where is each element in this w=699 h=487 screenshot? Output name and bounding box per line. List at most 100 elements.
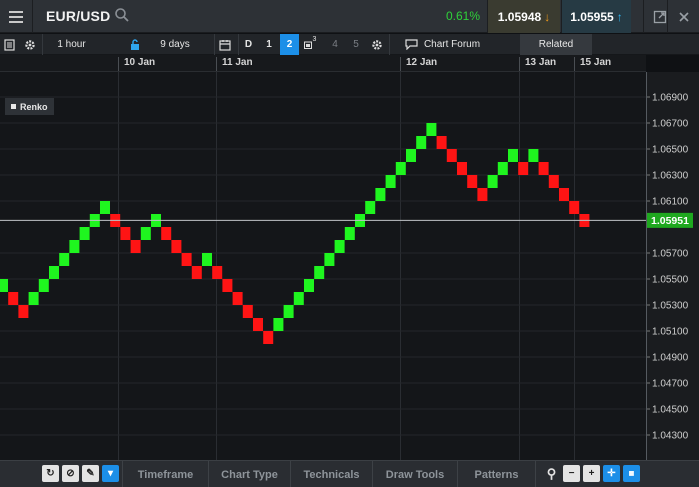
layout-option-3[interactable]: 3 [300, 34, 320, 55]
renko-brick-up [344, 227, 355, 240]
search-icon[interactable] [114, 7, 130, 23]
renko-brick-up [140, 227, 151, 240]
up-arrow-icon: ↑ [616, 9, 623, 24]
renko-brick-down [171, 240, 182, 253]
lock-icon[interactable] [126, 34, 144, 55]
renko-brick-down [569, 201, 580, 214]
instrument-symbol[interactable]: EUR/USD [46, 8, 110, 24]
layout-option-2[interactable]: 2 [280, 34, 299, 55]
renko-brick-up [79, 227, 90, 240]
calendar-icon[interactable] [214, 34, 234, 55]
renko-brick-down [457, 162, 467, 175]
layout-option-4[interactable]: 4 [325, 34, 345, 55]
current-price-label: 1.05951 [651, 215, 689, 227]
series-legend[interactable]: Renko [5, 98, 54, 115]
renko-brick-down [467, 175, 478, 188]
price-tick-label: 1.05700 [652, 249, 689, 260]
renko-brick-up [416, 136, 427, 149]
renko-brick-down [253, 318, 263, 331]
chart-toolbar: 1 hour 9 days D 1 2 3 4 5 Chart Forum Re… [0, 34, 699, 55]
chart-settings-gear-icon[interactable] [367, 34, 387, 55]
log-scale-icon[interactable]: ▦ [623, 465, 640, 482]
daily-change: 0.61% [445, 9, 480, 23]
legend-marker [11, 104, 16, 109]
layout-count: 3 [312, 36, 317, 43]
renko-brick-up [497, 162, 508, 175]
layout-option-5[interactable]: 5 [346, 34, 366, 55]
renko-brick-up [487, 175, 498, 188]
block-icon[interactable]: ⊘ [62, 465, 79, 482]
renko-brick-up [365, 201, 376, 214]
renko-brick-down [161, 227, 172, 240]
period-button[interactable]: D [238, 34, 258, 55]
tab-timeframe[interactable]: Timeframe [122, 461, 208, 487]
renko-brick-up [395, 162, 406, 175]
renko-brick-up [100, 201, 110, 214]
renko-brick-down [212, 266, 223, 279]
speech-bubble-icon [405, 39, 418, 50]
bid-price: 1.05948 [497, 9, 542, 24]
renko-brick-up [28, 292, 39, 305]
chart-forum-button[interactable]: Chart Forum [389, 34, 495, 55]
renko-brick-up [49, 266, 59, 279]
renko-brick-up [293, 292, 304, 305]
renko-brick-down [242, 305, 253, 318]
ask-price: 1.05955 [570, 9, 614, 24]
zoom-icon[interactable]: ⚲ [543, 465, 560, 482]
renko-brick-down [130, 240, 141, 253]
tab-chart-type[interactable]: Chart Type [208, 461, 290, 487]
renko-brick-up [59, 253, 70, 266]
date-label: 11 Jan [216, 57, 253, 71]
crosshair-icon[interactable]: ✛ [603, 465, 620, 482]
renko-brick-down [222, 279, 233, 292]
renko-brick-down [518, 162, 529, 175]
zoom-out-icon[interactable]: − [563, 465, 580, 482]
range-select[interactable]: 9 days [146, 34, 204, 55]
close-icon[interactable] [667, 0, 699, 33]
interval-select[interactable]: 1 hour [42, 34, 100, 55]
renko-brick-down [446, 149, 457, 162]
renko-brick-down [18, 305, 29, 318]
price-axis-background [646, 72, 699, 460]
date-label: 15 Jan [574, 57, 611, 71]
tab-patterns[interactable]: Patterns [457, 461, 536, 487]
price-tick-label: 1.05300 [652, 301, 689, 312]
price-tick-label: 1.06500 [652, 145, 689, 156]
dropdown-icon[interactable]: ▾ [102, 465, 119, 482]
renko-brick-up [508, 149, 518, 162]
renko-chart[interactable]: 1.06900 1.06700 1.06500 1.06300 1.06100 1.057… [0, 72, 699, 460]
gear-icon[interactable] [20, 34, 40, 55]
renko-brick-down [436, 136, 447, 149]
price-tick-label: 1.04900 [652, 353, 689, 364]
price-tick-label: 1.06900 [652, 93, 689, 104]
renko-brick-down [548, 175, 559, 188]
bottom-toolbar: ↻ ⊘ ✎ ▾ Timeframe Chart Type Technicals … [0, 460, 699, 487]
renko-brick-up [375, 188, 386, 201]
renko-brick-down [559, 188, 569, 201]
zoom-in-icon[interactable]: + [583, 465, 600, 482]
renko-brick-down [120, 227, 131, 240]
tab-draw-tools[interactable]: Draw Tools [372, 461, 457, 487]
renko-brick-up [283, 305, 294, 318]
chart-canvas[interactable]: 1.06900 1.06700 1.06500 1.06300 1.06100 1.057… [0, 72, 699, 460]
price-tick-label: 1.06300 [652, 171, 689, 182]
refresh-icon[interactable]: ↻ [42, 465, 59, 482]
date-label: 13 Jan [519, 57, 556, 71]
layout-option-1[interactable]: 1 [259, 34, 279, 55]
renko-brick-down [8, 292, 19, 305]
renko-brick-up [314, 266, 325, 279]
pencil-icon[interactable]: ✎ [82, 465, 99, 482]
renko-brick-up [273, 318, 284, 331]
renko-brick-up [406, 149, 416, 162]
sell-price-button[interactable]: 1.05948 ↓ [487, 0, 560, 33]
price-tick-label: 1.05100 [652, 327, 689, 338]
hamburger-menu-icon[interactable] [0, 0, 33, 33]
related-button[interactable]: Related [520, 34, 592, 55]
buy-price-button[interactable]: 1.05955 ↑ [561, 0, 631, 33]
tab-technicals[interactable]: Technicals [290, 461, 372, 487]
calendar-list-icon[interactable] [0, 34, 18, 55]
renko-brick-up [202, 253, 212, 266]
price-tick-label: 1.04500 [652, 405, 689, 416]
renko-brick-up [38, 279, 49, 292]
renko-brick-up [0, 279, 8, 292]
